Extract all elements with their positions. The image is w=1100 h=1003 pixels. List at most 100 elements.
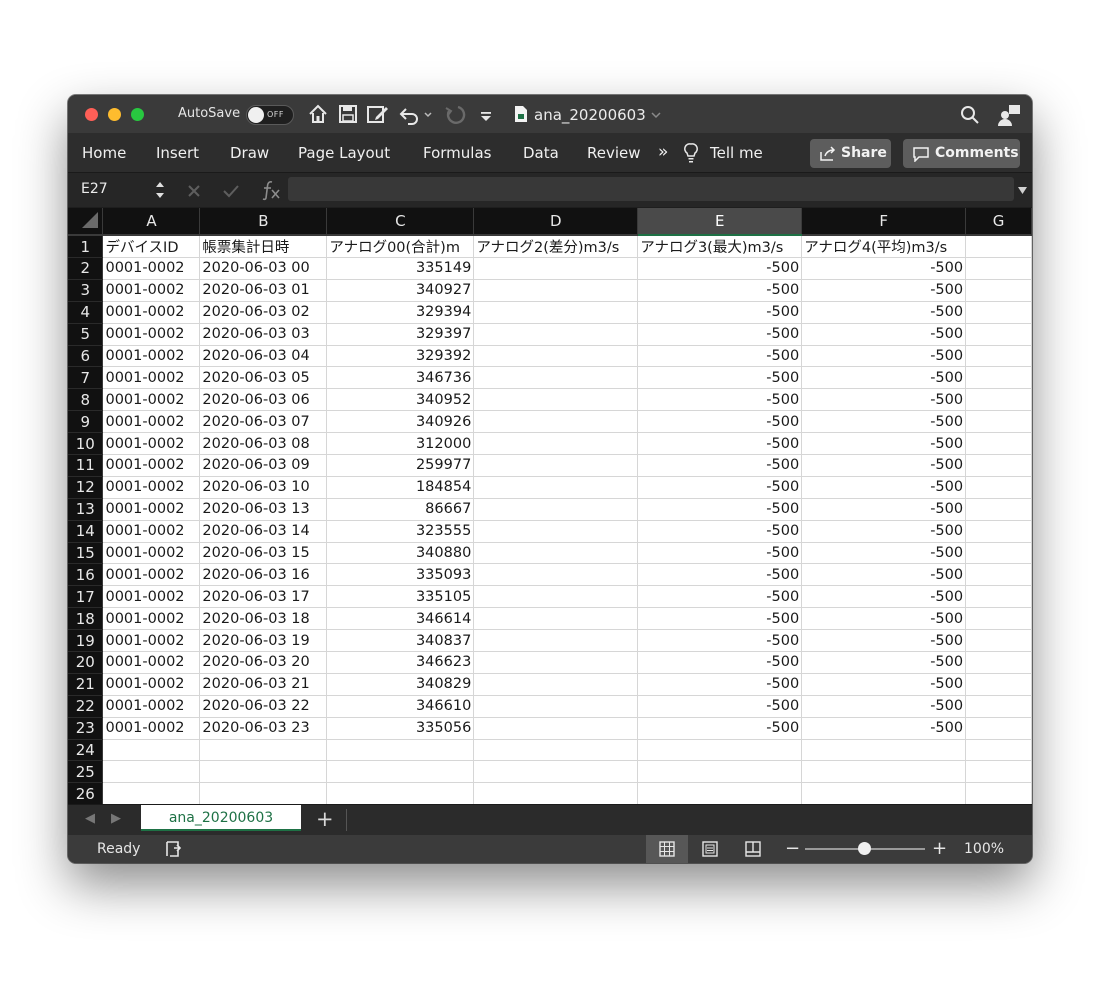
zoom-out-button[interactable]: − xyxy=(785,838,800,859)
cell-d22[interactable] xyxy=(473,695,639,718)
cell-d20[interactable] xyxy=(473,651,639,674)
cell-e13[interactable]: -500 xyxy=(637,498,803,521)
cell-c1[interactable]: アナログ00(合計)m xyxy=(326,235,475,258)
cell-g8[interactable] xyxy=(965,388,1032,412)
cell-d13[interactable] xyxy=(473,498,639,521)
cell-b2[interactable]: 2020-06-03 00 xyxy=(199,257,328,280)
cell-b9[interactable]: 2020-06-03 07 xyxy=(199,410,328,434)
cell-d12[interactable] xyxy=(473,476,639,499)
macro-record-icon[interactable] xyxy=(164,839,184,859)
cell-f4[interactable]: -500 xyxy=(801,301,967,324)
cell-d18[interactable] xyxy=(473,607,639,631)
cell-g17[interactable] xyxy=(965,585,1032,609)
cell-g10[interactable] xyxy=(965,432,1032,456)
zoom-slider-handle[interactable] xyxy=(858,842,871,855)
cell-d3[interactable] xyxy=(473,279,639,302)
row-header[interactable]: 24 xyxy=(68,739,104,762)
cell-e20[interactable]: -500 xyxy=(637,651,803,674)
column-header-selected[interactable]: E xyxy=(637,208,803,236)
row-header[interactable]: 25 xyxy=(68,760,104,784)
cell-f5[interactable]: -500 xyxy=(801,323,967,346)
cell-d11[interactable] xyxy=(473,454,639,477)
next-sheet-icon[interactable]: ▶ xyxy=(111,811,121,826)
page-break-view-button[interactable] xyxy=(732,835,774,863)
cell-b7[interactable]: 2020-06-03 05 xyxy=(199,366,328,390)
row-header[interactable]: 15 xyxy=(68,542,104,565)
cell-a21[interactable]: 0001-0002 xyxy=(102,673,201,696)
cell-e5[interactable]: -500 xyxy=(637,323,803,346)
cell-e18[interactable]: -500 xyxy=(637,607,803,631)
autosave-toggle[interactable]: OFF xyxy=(246,105,294,125)
cell-g7[interactable] xyxy=(965,366,1032,390)
cell-e4[interactable]: -500 xyxy=(637,301,803,324)
cell-c4[interactable]: 329394 xyxy=(326,301,475,324)
column-header[interactable]: G xyxy=(965,208,1032,236)
name-box-stepper-icon[interactable] xyxy=(154,179,166,201)
row-header[interactable]: 12 xyxy=(68,476,104,499)
cell-d14[interactable] xyxy=(473,520,639,543)
row-header[interactable]: 26 xyxy=(68,782,104,804)
cell-c5[interactable]: 329397 xyxy=(326,323,475,346)
cell-g4[interactable] xyxy=(965,301,1032,324)
formula-input[interactable] xyxy=(288,177,1014,201)
tab-home[interactable]: Home xyxy=(82,144,126,162)
search-icon[interactable] xyxy=(960,105,980,125)
cell-c3[interactable]: 340927 xyxy=(326,279,475,302)
row-header[interactable]: 9 xyxy=(68,410,104,434)
maximize-window-button[interactable] xyxy=(131,108,144,121)
row-header[interactable]: 2 xyxy=(68,257,104,280)
cell-a22[interactable]: 0001-0002 xyxy=(102,695,201,718)
cell-g16[interactable] xyxy=(965,563,1032,587)
cell-c15[interactable]: 340880 xyxy=(326,542,475,565)
cell-b5[interactable]: 2020-06-03 03 xyxy=(199,323,328,346)
cancel-formula-icon[interactable] xyxy=(186,183,202,199)
cell-f7[interactable]: -500 xyxy=(801,366,967,390)
cell-d21[interactable] xyxy=(473,673,639,696)
cell-f15[interactable]: -500 xyxy=(801,542,967,565)
column-header[interactable]: A xyxy=(102,208,201,236)
cell-g1[interactable] xyxy=(965,235,1032,258)
cell-f20[interactable]: -500 xyxy=(801,651,967,674)
cell-c23[interactable]: 335056 xyxy=(326,717,475,740)
row-header[interactable]: 22 xyxy=(68,695,104,718)
page-layout-view-button[interactable] xyxy=(689,835,731,863)
cell-f2[interactable]: -500 xyxy=(801,257,967,280)
cell-f3[interactable]: -500 xyxy=(801,279,967,302)
cell-f26[interactable] xyxy=(801,782,967,804)
cell-e24[interactable] xyxy=(637,739,803,762)
cell-a24[interactable] xyxy=(102,739,201,762)
cell-c24[interactable] xyxy=(326,739,475,762)
cell-table[interactable]: A B C D E F G 1 デバイスID 帳票集計日時 アナログ00(合計)m アナ… xyxy=(68,208,1032,804)
cell-e19[interactable]: -500 xyxy=(637,629,803,653)
cell-f13[interactable]: -500 xyxy=(801,498,967,521)
cell-d9[interactable] xyxy=(473,410,639,434)
row-header[interactable]: 14 xyxy=(68,520,104,543)
cell-a15[interactable]: 0001-0002 xyxy=(102,542,201,565)
cell-e23[interactable]: -500 xyxy=(637,717,803,740)
cell-d4[interactable] xyxy=(473,301,639,324)
cell-f10[interactable]: -500 xyxy=(801,432,967,456)
tab-data[interactable]: Data xyxy=(523,144,559,162)
function-icon[interactable] xyxy=(259,179,281,201)
cell-b3[interactable]: 2020-06-03 01 xyxy=(199,279,328,302)
row-header[interactable]: 4 xyxy=(68,301,104,324)
add-sheet-button[interactable]: + xyxy=(316,807,334,831)
chevron-down-icon[interactable] xyxy=(650,110,662,120)
cell-e3[interactable]: -500 xyxy=(637,279,803,302)
cell-d15[interactable] xyxy=(473,542,639,565)
cell-b24[interactable] xyxy=(199,739,328,762)
cell-e15[interactable]: -500 xyxy=(637,542,803,565)
cell-f23[interactable]: -500 xyxy=(801,717,967,740)
cell-e22[interactable]: -500 xyxy=(637,695,803,718)
cell-d24[interactable] xyxy=(473,739,639,762)
row-header[interactable]: 7 xyxy=(68,366,104,390)
cell-g14[interactable] xyxy=(965,520,1032,543)
cell-d8[interactable] xyxy=(473,388,639,412)
row-header[interactable]: 3 xyxy=(68,279,104,302)
cell-a23[interactable]: 0001-0002 xyxy=(102,717,201,740)
tab-formulas[interactable]: Formulas xyxy=(423,144,491,162)
cell-a10[interactable]: 0001-0002 xyxy=(102,432,201,456)
cell-e11[interactable]: -500 xyxy=(637,454,803,477)
cell-c9[interactable]: 340926 xyxy=(326,410,475,434)
cell-c21[interactable]: 340829 xyxy=(326,673,475,696)
